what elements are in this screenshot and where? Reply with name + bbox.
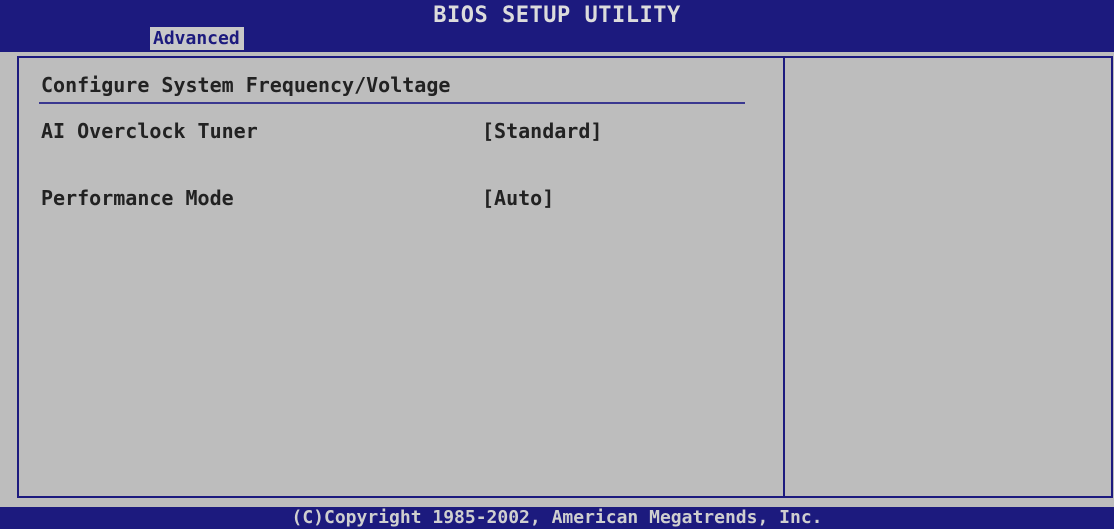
setting-value[interactable]: [Auto] [482,184,554,212]
tab-advanced[interactable]: Advanced [150,27,244,50]
setting-label: AI Overclock Tuner [41,119,258,143]
section-title: Configure System Frequency/Voltage [41,73,451,97]
top-bar: BIOS SETUP UTILITY Advanced [0,0,1114,52]
help-pane [785,58,1111,496]
setting-label: Performance Mode [41,186,234,210]
setting-ai-overclock-tuner[interactable]: AI Overclock Tuner [Standard] [41,117,761,145]
bios-title: BIOS SETUP UTILITY [433,3,681,28]
section-divider [39,102,745,104]
copyright-footer: (C)Copyright 1985-2002, American Megatre… [0,507,1114,529]
setting-value[interactable]: [Standard] [482,117,602,145]
setting-performance-mode[interactable]: Performance Mode [Auto] [41,184,761,212]
main-panel: Configure System Frequency/Voltage AI Ov… [17,56,1113,498]
